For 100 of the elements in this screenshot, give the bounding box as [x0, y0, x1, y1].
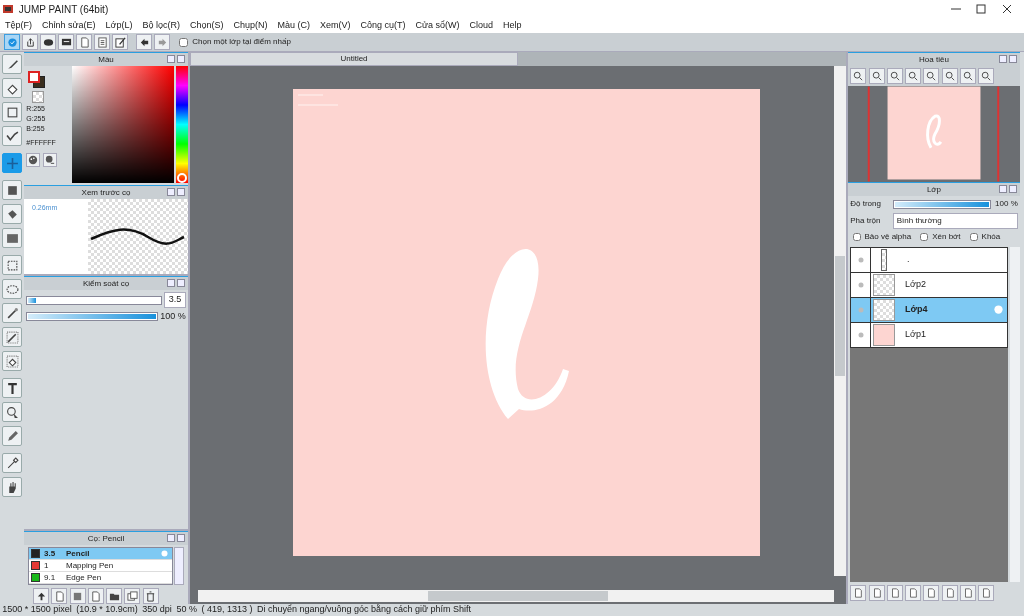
layer-action-button[interactable]: [868, 585, 885, 601]
layer-row[interactable]: Lớp4: [851, 297, 1007, 323]
layer-name: Lớp2: [905, 278, 926, 291]
menu-item[interactable]: Tệp(F): [0, 18, 37, 33]
menu-item[interactable]: Chọn(S): [185, 18, 229, 33]
page-icon: [90, 590, 102, 602]
navigator-button[interactable]: [868, 68, 885, 84]
status-text: 350 dpi: [142, 603, 172, 616]
tool-button[interactable]: [2, 477, 22, 497]
layer-action-button[interactable]: [959, 585, 976, 601]
tool-button[interactable]: [2, 126, 22, 146]
toolbar-button[interactable]: [136, 34, 153, 50]
navigator-button[interactable]: [886, 68, 903, 84]
layer-thumbnail: [873, 323, 895, 346]
color-picker[interactable]: [71, 66, 175, 183]
scrollbar[interactable]: [1010, 246, 1020, 582]
menu-item[interactable]: Lớp(L): [100, 18, 138, 33]
brush-name: Mapping Pen: [66, 559, 114, 572]
menu-item[interactable]: Cloud: [464, 18, 499, 33]
navigator-button[interactable]: [850, 68, 867, 84]
brush-action-button[interactable]: [142, 588, 159, 604]
brush-size-slider[interactable]: [26, 295, 162, 305]
layer-action-button[interactable]: [905, 585, 921, 601]
eyedropper-icon: [5, 456, 19, 470]
brush-item[interactable]: 9.1 Edge Pen: [29, 572, 172, 584]
checkbox[interactable]: [852, 232, 861, 241]
scroll-thumb[interactable]: [835, 256, 845, 376]
menu-item[interactable]: Chỉnh sửa(E): [37, 18, 101, 33]
menu-item[interactable]: Công cụ(T): [355, 18, 411, 33]
gear-icon: [160, 549, 169, 558]
blend-mode-dropdown[interactable]: Bình thường: [892, 212, 1018, 229]
checkbox[interactable]: [920, 232, 929, 241]
foreground-color-swatch[interactable]: [28, 71, 41, 83]
maximize-icon[interactable]: [975, 3, 988, 15]
layer-name: Lớp4: [905, 303, 928, 316]
visibility-icon: [857, 281, 864, 288]
menu-item[interactable]: Cửa sổ(W): [410, 18, 465, 33]
layer-row[interactable]: Lớp1: [851, 322, 1007, 348]
menu-item[interactable]: Bộ lọc(R): [137, 18, 185, 33]
layer-action-button[interactable]: [923, 585, 940, 601]
page-icon: [889, 588, 900, 598]
brush-size-field[interactable]: 3.5: [163, 292, 186, 308]
layer-row[interactable]: Lớp2: [851, 272, 1007, 298]
navigator-button[interactable]: [905, 68, 921, 84]
square-icon: [5, 105, 19, 119]
opacity-value: 100 %: [995, 198, 1018, 211]
tool-button[interactable]: [2, 402, 22, 422]
toolbar-button[interactable]: [40, 34, 57, 50]
menu-item[interactable]: Xem(V): [315, 18, 356, 33]
edit-icon: [114, 36, 126, 48]
horizontal-scrollbar[interactable]: [198, 590, 834, 602]
layer-thumbnail: [873, 273, 895, 296]
tool-button[interactable]: [2, 378, 22, 398]
tool-button[interactable]: [2, 180, 22, 200]
panel-title: Cọ: Pencil: [87, 532, 125, 545]
layer-row[interactable]: .: [851, 247, 1007, 273]
scroll-thumb[interactable]: [428, 591, 608, 601]
visibility-icon: [857, 331, 864, 338]
tool-button[interactable]: [2, 351, 22, 371]
navigator-button[interactable]: [978, 68, 994, 84]
layer-action-button[interactable]: [850, 585, 867, 601]
tool-button[interactable]: [2, 453, 22, 473]
filled-square-icon: [5, 183, 19, 197]
selection-pen-icon: [5, 330, 19, 344]
panel-title: Màu: [98, 53, 114, 66]
brush-action-button[interactable]: [33, 588, 49, 604]
scrollbar[interactable]: [174, 547, 184, 585]
menu-item[interactable]: Chụp(N): [228, 18, 273, 33]
palette-button[interactable]: [26, 152, 41, 167]
page-icon: [78, 36, 90, 48]
brush-item[interactable]: 3.5 Pencil: [29, 548, 172, 560]
layer-action-button[interactable]: [886, 585, 903, 601]
tool-button[interactable]: [2, 228, 22, 248]
zoom-in-icon: [871, 71, 882, 81]
list-icon: [96, 36, 108, 48]
panel-title: Lớp: [926, 183, 942, 196]
navigator-button[interactable]: [923, 68, 940, 84]
layer-action-button[interactable]: [941, 585, 958, 601]
menu-item[interactable]: Help: [498, 18, 527, 33]
document-tab[interactable]: Untitled: [190, 52, 518, 66]
status-text: (10.9 * 10.9cm): [76, 603, 138, 616]
checkbox[interactable]: [179, 37, 189, 47]
tool-button[interactable]: [2, 204, 22, 224]
checkbox[interactable]: [969, 232, 978, 241]
toolbar-button[interactable]: [112, 34, 129, 50]
brush-item[interactable]: 1 Mapping Pen: [29, 560, 172, 572]
layer-action-button[interactable]: [978, 585, 994, 601]
transparent-swatch[interactable]: [32, 91, 45, 103]
toolbar-button[interactable]: [58, 34, 75, 50]
checkbox-label: Xén bớt: [932, 230, 961, 243]
toolbar-button[interactable]: [22, 34, 39, 50]
vertical-scrollbar[interactable]: [834, 66, 846, 576]
navigator-button[interactable]: [941, 68, 958, 84]
download-icon: [35, 590, 47, 602]
menu-item[interactable]: Màu (C): [272, 18, 316, 33]
tool-button[interactable]: [2, 426, 22, 446]
tool-button[interactable]: [2, 78, 22, 98]
palette-icon: [44, 154, 55, 165]
navigator-button[interactable]: [959, 68, 976, 84]
palette-edit-button[interactable]: [42, 152, 57, 167]
